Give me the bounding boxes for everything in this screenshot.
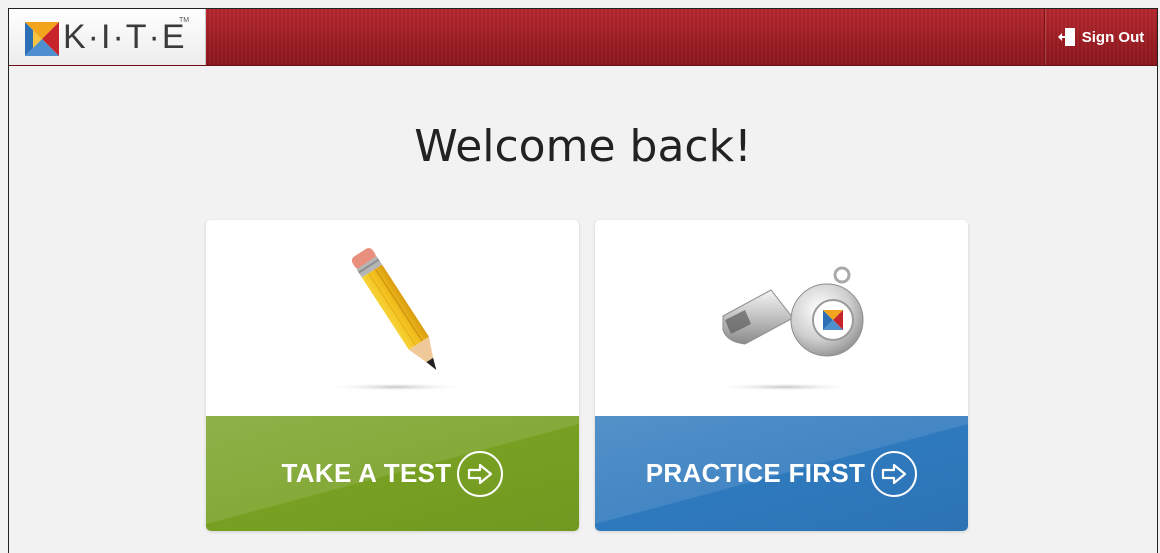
sign-out-label: Sign Out [1081, 28, 1145, 46]
pencil-icon [324, 248, 468, 391]
practice-first-card[interactable]: PRACTICE FIRST [595, 220, 968, 531]
sign-out-button[interactable]: Sign Out [1044, 9, 1157, 65]
take-a-test-label: TAKE A TEST [281, 458, 452, 488]
kite-logo-icon [25, 22, 59, 56]
take-a-test-card[interactable]: TAKE A TEST [206, 220, 579, 531]
practice-first-label: PRACTICE FIRST [645, 458, 866, 488]
app-frame: K·I·T·E TM Sign Out Welcome back! TAKE A… [8, 8, 1158, 553]
logo[interactable]: K·I·T·E TM [9, 9, 206, 65]
practice-first-button[interactable]: PRACTICE FIRST [595, 416, 968, 531]
logo-trademark: TM [179, 17, 190, 24]
arrow-right-icon [457, 450, 504, 497]
arrow-right-icon [871, 450, 918, 497]
page-title: Welcome back! [414, 121, 752, 172]
top-bar: K·I·T·E TM Sign Out [9, 9, 1157, 66]
whistle-icon [713, 266, 864, 391]
sign-out-icon [1057, 28, 1075, 46]
logo-text: K·I·T·E [63, 18, 187, 56]
take-a-test-button[interactable]: TAKE A TEST [206, 416, 579, 531]
